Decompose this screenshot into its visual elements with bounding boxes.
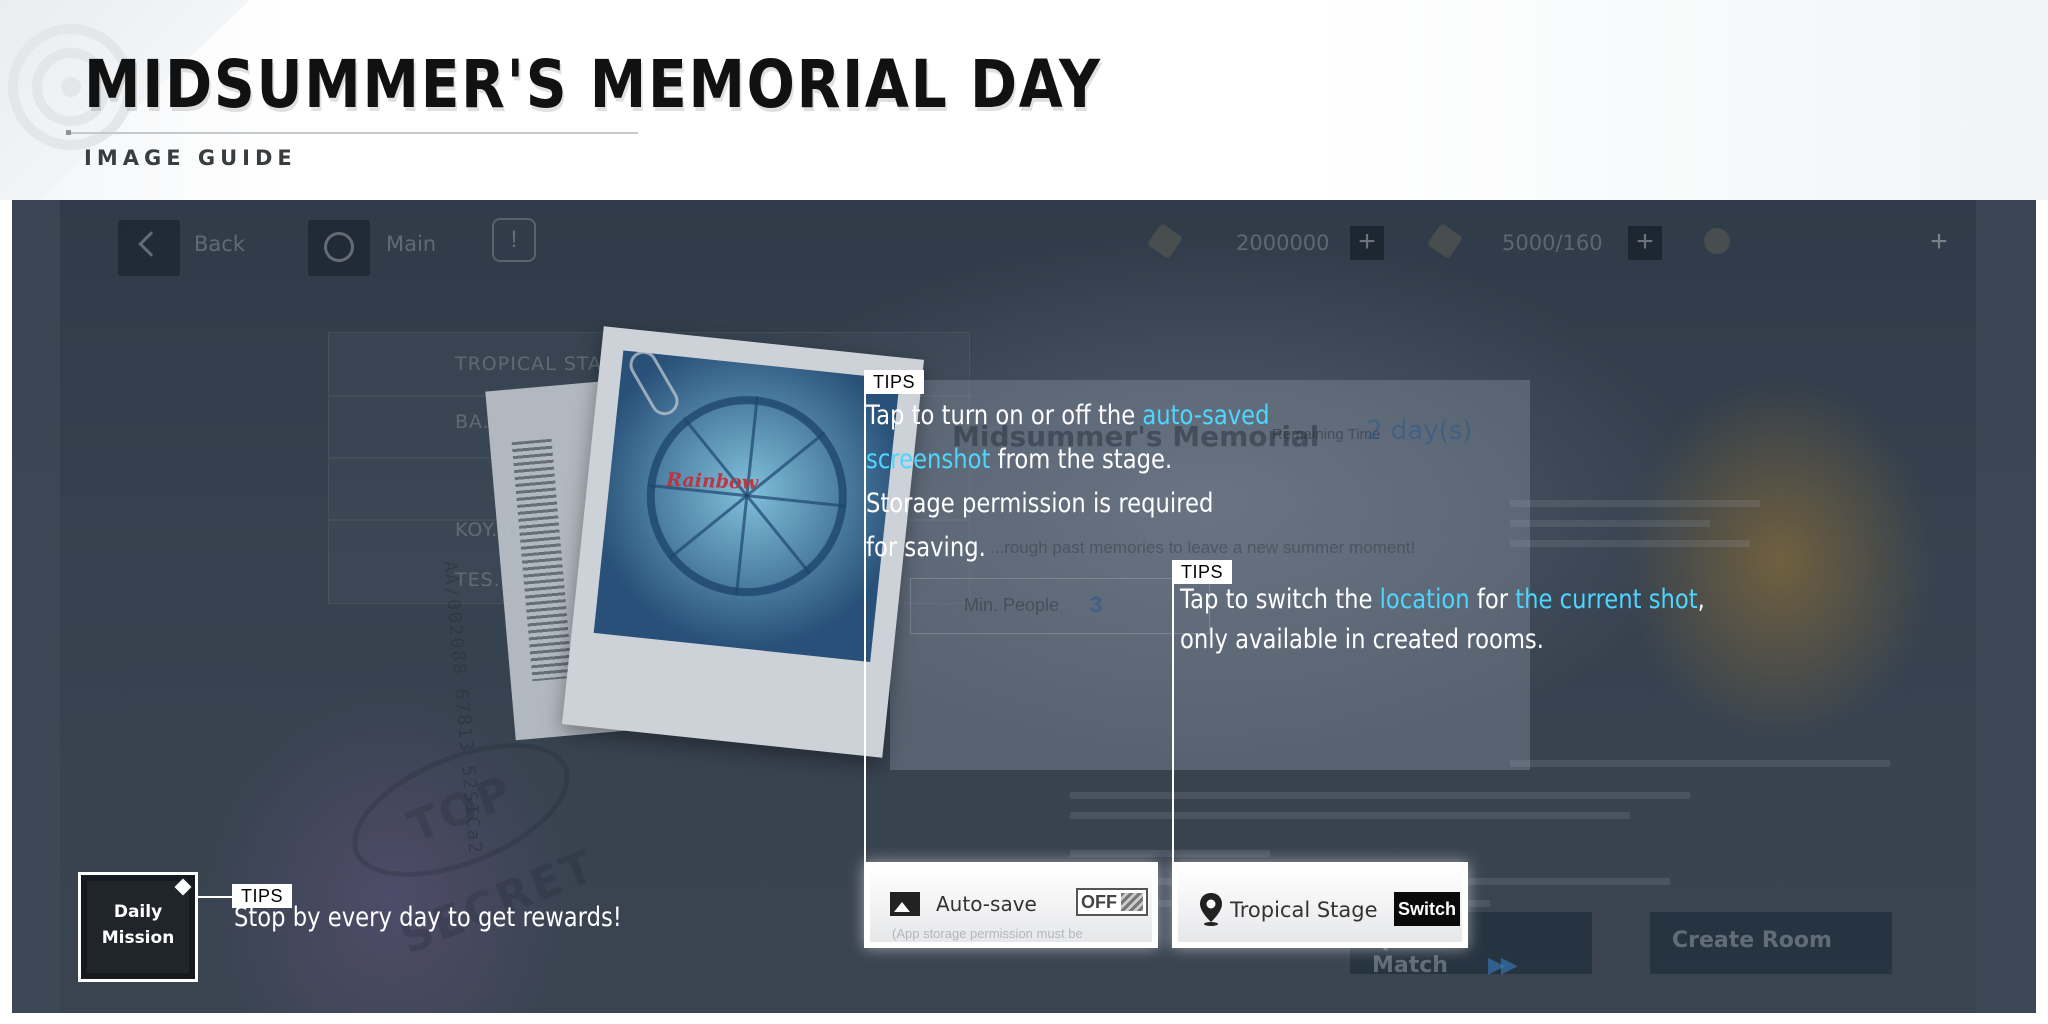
stage-label: Tropical Stage xyxy=(1230,898,1378,922)
tips-badge: TIPS xyxy=(864,370,925,394)
create-room-label: Create Room xyxy=(1672,928,1832,953)
tip-highlight: location xyxy=(1379,584,1470,615)
remaining-time-label: Remaining Time xyxy=(1272,426,1381,443)
card-body: Tropical Stage Switch xyxy=(1178,868,1462,942)
daily-mission-label: Daily xyxy=(113,902,163,922)
add-gem-button[interactable]: + xyxy=(1922,226,1956,260)
tip-highlight: auto-saved xyxy=(1142,400,1270,431)
autosave-label: Auto-save xyxy=(936,892,1037,916)
tip-text-part: Tap to switch the xyxy=(1180,584,1380,615)
home-icon xyxy=(324,232,354,262)
back-label: Back xyxy=(194,232,245,256)
tip-text-part: from the stage. xyxy=(990,444,1173,475)
chevron-left-icon xyxy=(138,231,164,257)
blurred-text xyxy=(1070,850,1270,857)
tip-highlight: the current shot xyxy=(1515,584,1698,615)
add-stamina-button[interactable]: + xyxy=(1628,226,1662,260)
autosave-tip-text: Tap to turn on or off the auto-saved scr… xyxy=(866,394,1270,570)
blurred-text xyxy=(1510,540,1750,547)
location-pin-icon xyxy=(1200,893,1222,926)
autosave-card[interactable]: Auto-save OFF (App storage permission mu… xyxy=(864,862,1158,948)
tip-text-part: Storage permission is required xyxy=(866,488,1214,519)
daily-mission-icon: Daily Mission xyxy=(87,881,189,973)
daily-mission-label: Mission xyxy=(101,928,175,948)
toggle-knob xyxy=(1121,893,1143,911)
blurred-text xyxy=(1510,760,1890,767)
tip-connector xyxy=(1172,580,1174,864)
photo-image: Rainbow xyxy=(593,350,900,662)
add-currency-button[interactable]: + xyxy=(1350,226,1384,260)
stage-card[interactable]: Tropical Stage Switch xyxy=(1172,862,1468,948)
currency-icon xyxy=(1146,222,1184,260)
tip-connector xyxy=(198,896,234,898)
card-body: Auto-save OFF (App storage permission mu… xyxy=(870,868,1152,942)
currency-value: 2000000 xyxy=(1236,231,1330,255)
tip-text-part: only available in created rooms. xyxy=(1180,624,1544,655)
toggle-label: OFF xyxy=(1081,892,1117,912)
blurred-text xyxy=(1510,520,1710,527)
wheel-spoke xyxy=(668,431,826,560)
min-people-box xyxy=(910,578,1210,634)
page-subtitle: IMAGE GUIDE xyxy=(84,146,297,170)
blurred-text xyxy=(1510,500,1760,507)
fast-forward-icon: ▶▶ xyxy=(1487,953,1518,978)
ferris-wheel-icon xyxy=(636,386,857,607)
switch-button[interactable]: Switch xyxy=(1394,892,1460,926)
stamina-value: 5000/160 xyxy=(1502,231,1603,255)
daily-mission-button[interactable]: Daily Mission xyxy=(78,872,198,982)
tip-text-part: , xyxy=(1697,584,1705,615)
tip-highlight: screenshot xyxy=(866,444,991,475)
title-divider xyxy=(66,130,638,135)
create-room-button[interactable]: Create Room xyxy=(1650,912,1892,974)
location-tip-text: Tap to switch the location for the curre… xyxy=(1180,580,1705,660)
stamina-icon xyxy=(1426,222,1464,260)
min-people-value: 3 xyxy=(1090,592,1103,617)
daily-tip-text: Stop by every day to get rewards! xyxy=(234,902,622,933)
page-title: MIDSUMMER'S MEMORIAL DAY xyxy=(84,46,1102,123)
blurred-text xyxy=(1070,792,1690,799)
gem-icon xyxy=(1704,228,1730,254)
back-button[interactable] xyxy=(118,220,180,276)
autosave-toggle[interactable]: OFF xyxy=(1076,888,1148,916)
remaining-time-value: 2 day(s) xyxy=(1366,416,1473,446)
autosave-note: (App storage permission must be xyxy=(892,926,1083,941)
tip-text-part: for xyxy=(1469,584,1516,615)
photo-sign: Rainbow xyxy=(665,468,759,495)
game-screenshot: Back Main ! 2000000 + 5000/160 + + TROPI… xyxy=(12,200,2036,1013)
main-button[interactable] xyxy=(308,220,370,276)
main-label: Main xyxy=(386,232,437,256)
alert-icon[interactable]: ! xyxy=(492,218,536,262)
tip-text-part: Tap to turn on or off the xyxy=(866,400,1143,431)
blurred-text xyxy=(1070,812,1630,819)
min-people-label: Min. People xyxy=(964,595,1060,615)
image-icon xyxy=(890,892,920,916)
